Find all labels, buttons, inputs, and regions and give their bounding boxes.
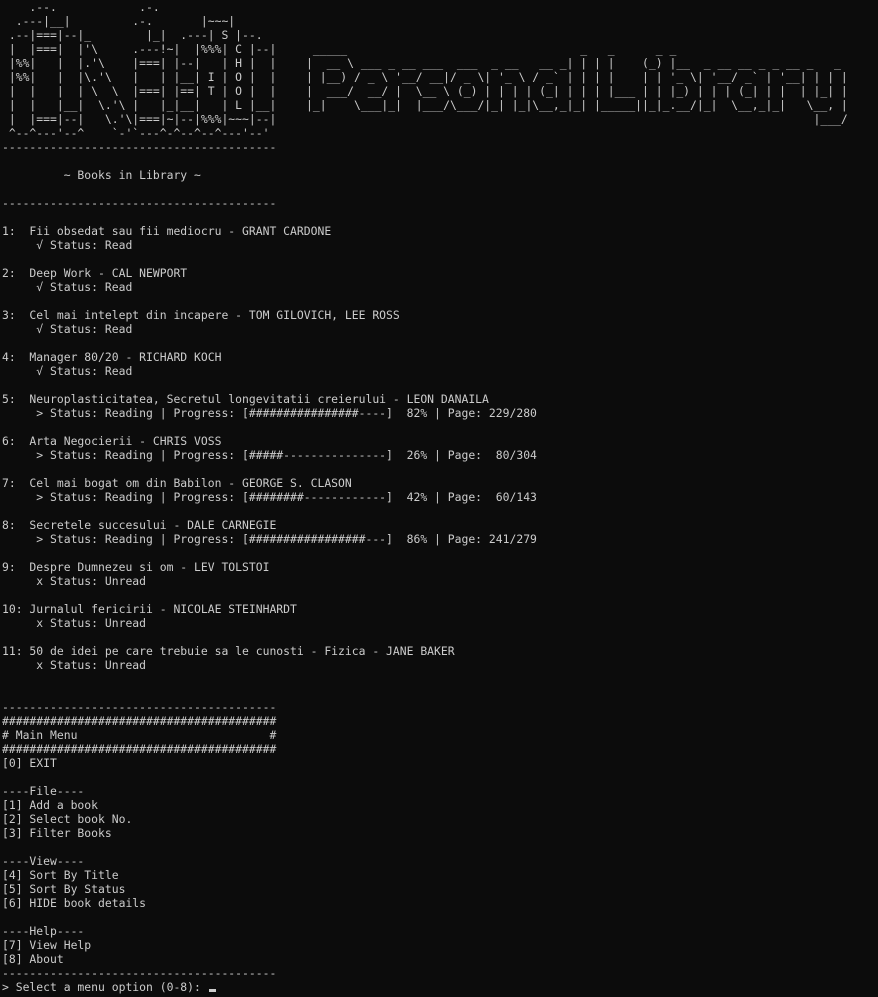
book-list: 1: Fii obsedat sau fii mediocru - GRANT … <box>2 224 876 672</box>
book-title-line: 11: 50 de idei pe care trebuie sa le cun… <box>2 644 455 658</box>
separator: ---------------------------------------- <box>2 140 277 154</box>
text-cursor[interactable] <box>208 989 216 992</box>
book-status-line: x Status: Unread <box>2 658 147 672</box>
book-status-line: > Status: Reading | Progress: [#####----… <box>2 448 537 462</box>
ascii-logo-line: | |===| |'\ .---!~| |%%%| C |--| <box>2 42 277 56</box>
ascii-title-line: | __ \ ___ _ __ ___ ___ _ __ __ _| | | |… <box>306 56 848 70</box>
menu-border: ######################################## <box>2 714 277 728</box>
book-status-line: √ Status: Read <box>2 322 133 336</box>
book-status-line: √ Status: Read <box>2 280 133 294</box>
menu-item-select-book: [2] Select book No. <box>2 812 133 826</box>
ascii-logo-line: .--|===|--|_ |_| .---| S |--. <box>2 28 263 42</box>
book-status-line: > Status: Reading | Progress: [########-… <box>2 490 537 504</box>
menu-title: # Main Menu # <box>2 728 277 742</box>
separator: ---------------------------------------- <box>2 196 277 210</box>
school-ascii-logo: .--. .-. .---|__| .-. |~~~| .--|===|--|_… <box>2 0 276 140</box>
menu-item-view-help: [7] View Help <box>2 938 92 952</box>
book-status-line: x Status: Unread <box>2 574 147 588</box>
menu-item-filter-books: [3] Filter Books <box>2 826 112 840</box>
book-status-line: > Status: Reading | Progress: [#########… <box>2 532 537 546</box>
book-title-line: 9: Despre Dumnezeu si om - LEV TOLSTOI <box>2 560 270 574</box>
prompt-text: > Select a menu option (0-8): <box>2 980 208 994</box>
separator: ---------------------------------------- <box>2 700 277 714</box>
book-title-line: 4: Manager 80/20 - RICHARD KOCH <box>2 350 222 364</box>
book-title-line: 7: Cel mai bogat om din Babilon - GEORGE… <box>2 476 352 490</box>
book-title-line: 2: Deep Work - CAL NEWPORT <box>2 266 188 280</box>
ascii-logo-line: .--. .-. <box>2 0 160 14</box>
book-title-line: 1: Fii obsedat sau fii mediocru - GRANT … <box>2 224 332 238</box>
ascii-title-line: | |__) / _ \ '__/ __|/ _ \| '_ \ / _` | … <box>306 70 848 84</box>
ascii-logo-line: | | | | \ \ |===| |==| T | O | | <box>2 84 277 98</box>
menu-item-sort-title: [4] Sort By Title <box>2 868 119 882</box>
ascii-title-line: _____ _ _ _ _ <box>306 42 855 56</box>
menu-item-about: [8] About <box>2 952 64 966</box>
menu-item-exit: [0] EXIT <box>2 756 57 770</box>
console-window: .--. .-. .---|__| .-. |~~~| .--|===|--|_… <box>2 0 876 994</box>
menu-border: ######################################## <box>2 742 277 756</box>
ascii-logo-line: |%%| | |.'\ |===| |--| | H | | <box>2 56 277 70</box>
books-heading: ~ Books in Library ~ <box>2 168 201 182</box>
prompt-line[interactable]: > Select a menu option (0-8): <box>2 980 876 994</box>
ascii-logo-line: | | |__| \.'\ | |_|__| | L |__| <box>2 98 277 112</box>
menu-item-add-book: [1] Add a book <box>2 798 99 812</box>
main-menu: ########################################… <box>2 714 876 966</box>
menu-section-help: ----Help---- <box>2 924 85 938</box>
book-status-line: > Status: Reading | Progress: [#########… <box>2 406 537 420</box>
ascii-title-line: | ___/ __/ | \__ \ (_) | | | | (_| | | |… <box>306 84 848 98</box>
ascii-logo-line: .---|__| .-. |~~~| <box>2 14 236 28</box>
book-status-line: √ Status: Read <box>2 238 133 252</box>
book-status-line: x Status: Unread <box>2 616 147 630</box>
menu-section-file: ----File---- <box>2 784 85 798</box>
book-status-line: √ Status: Read <box>2 364 133 378</box>
ascii-logo-line: | |===|--| \.'\|===|~|--|%%%|~~~|--| <box>2 112 277 126</box>
menu-section-view: ----View---- <box>2 854 85 868</box>
book-title-line: 5: Neuroplasticitatea, Secretul longevit… <box>2 392 489 406</box>
ascii-title-line: |___/ <box>306 112 855 126</box>
book-title-line: 8: Secretele succesului - DALE CARNEGIE <box>2 518 277 532</box>
ascii-title-line: |_| \___|_| |___/\___/|_| |_|\__,_|_| |_… <box>306 98 848 112</box>
personal-library-ascii-title: _____ _ _ _ _ | __ \ ___ _ __ ___ ___ _ … <box>306 42 855 126</box>
book-title-line: 6: Arta Negocierii - CHRIS VOSS <box>2 434 222 448</box>
separator: ---------------------------------------- <box>2 966 277 980</box>
app-header: .--. .-. .---|__| .-. |~~~| .--|===|--|_… <box>2 0 876 140</box>
ascii-logo-line: ^--^---'--^ `-'`---^-^--^--^---'--' <box>2 126 270 140</box>
book-title-line: 10: Jurnalul fericirii - NICOLAE STEINHA… <box>2 602 297 616</box>
ascii-logo-line: |%%| | |\.'\ | | |__| I | O | | <box>2 70 277 84</box>
menu-item-hide-details: [6] HIDE book details <box>2 896 147 910</box>
menu-item-sort-status: [5] Sort By Status <box>2 882 126 896</box>
book-title-line: 3: Cel mai intelept din incapere - TOM G… <box>2 308 400 322</box>
